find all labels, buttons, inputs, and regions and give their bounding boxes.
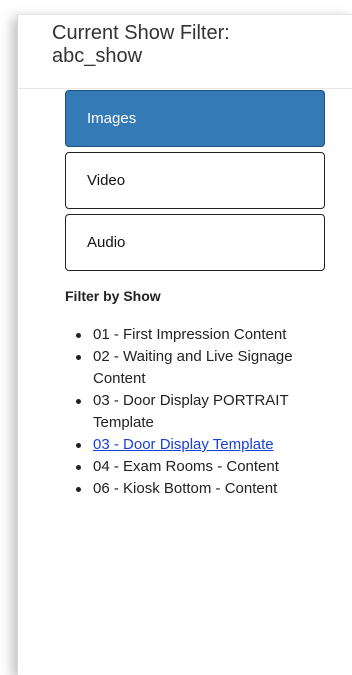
show-list-item[interactable]: 06 - Kiosk Bottom - Content <box>72 478 332 500</box>
show-list-item: 03 - Door Display Template <box>72 434 332 456</box>
images-tab-label: Images <box>87 110 137 127</box>
show-item-label: 06 - Kiosk Bottom - Content <box>93 480 278 497</box>
current-show-filter-label: Current Show Filter: <box>52 22 230 44</box>
audio-tab-button[interactable]: Audio <box>65 214 325 271</box>
page-title: Current Show Filter: abc_show <box>52 22 342 68</box>
bullet-icon <box>76 399 81 404</box>
show-item-label: 03 - Door Display PORTRAIT Template <box>93 392 289 431</box>
show-item-label: 04 - Exam Rooms - Content <box>93 458 279 475</box>
images-tab-button[interactable]: Images <box>65 90 325 147</box>
video-tab-button[interactable]: Video <box>65 152 325 209</box>
show-list-item[interactable]: 01 - First Impression Content <box>72 324 332 346</box>
bullet-icon <box>76 465 81 470</box>
show-item-label: 01 - First Impression Content <box>93 326 287 343</box>
show-item-label: 02 - Waiting and Live Signage Content <box>93 348 293 387</box>
current-show-name: abc_show <box>52 45 143 67</box>
video-tab-label: Video <box>87 172 126 189</box>
filter-by-show-heading: Filter by Show <box>65 288 161 304</box>
bullet-icon <box>76 333 81 338</box>
bullet-icon <box>76 355 81 360</box>
show-list: 01 - First Impression Content 02 - Waiti… <box>72 324 332 500</box>
show-list-item[interactable]: 02 - Waiting and Live Signage Content <box>72 346 332 390</box>
show-list-item[interactable]: 03 - Door Display PORTRAIT Template <box>72 390 332 434</box>
show-list-item[interactable]: 04 - Exam Rooms - Content <box>72 456 332 478</box>
header-divider <box>18 88 352 89</box>
bullet-icon <box>76 443 81 448</box>
bullet-icon <box>76 487 81 492</box>
audio-tab-label: Audio <box>87 234 126 251</box>
show-item-link[interactable]: 03 - Door Display Template <box>93 436 274 453</box>
